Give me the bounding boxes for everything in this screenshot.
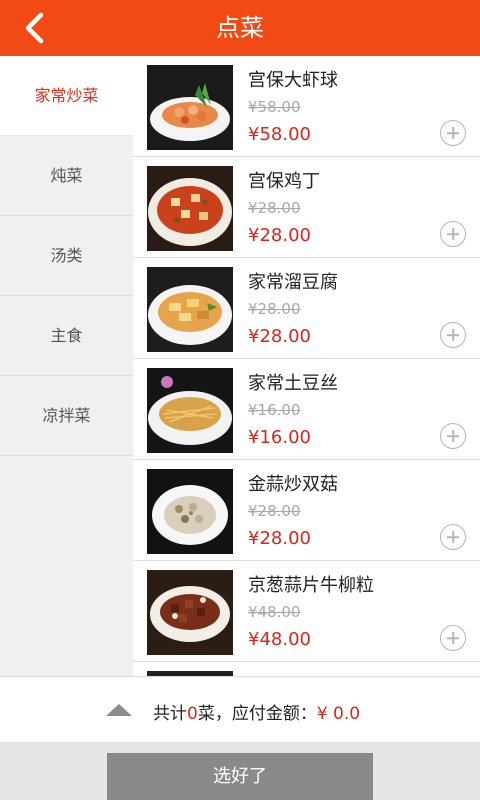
total-amount: ¥ 0.0 [316,704,361,724]
dish-photo [147,469,233,554]
top-bar: 点菜 [0,0,480,56]
dish-photo [147,570,233,655]
original-price: ¥28.00 [248,300,301,318]
dish-name: 家常溜豆腐 [248,272,338,293]
sidebar-item-staple[interactable]: 主食 [0,296,133,376]
dish-price: ¥16.00 [248,427,311,448]
sidebar-item-cold-dish[interactable]: 凉拌菜 [0,376,133,456]
triangle-up-icon[interactable] [104,701,134,719]
add-dish-button[interactable] [440,221,466,247]
list-item[interactable]: 京葱蒜片牛柳粒 ¥48.00 ¥48.00 [133,561,480,662]
add-dish-button[interactable] [440,120,466,146]
dish-photo [147,267,233,352]
dish-price: ¥28.00 [248,225,311,246]
dish-count: 0 [187,704,198,724]
original-price: ¥58.00 [248,98,301,116]
dish-name: 宫保鸡丁 [248,171,320,192]
original-price: ¥28.00 [248,199,301,217]
list-item[interactable]: 家常溜豆腐 ¥28.00 ¥28.00 [133,258,480,359]
dish-name: 家常土豆丝 [248,373,338,394]
category-sidebar: 家常炒菜 炖菜 汤类 主食 凉拌菜 [0,56,133,676]
sidebar-item-home-stir-fry[interactable]: 家常炒菜 [0,56,133,136]
add-dish-button[interactable] [440,423,466,449]
list-item[interactable]: 金蒜炒双菇 ¥28.00 ¥28.00 [133,460,480,561]
page-title: 点菜 [216,14,264,42]
original-price: ¥48.00 [248,603,301,621]
summary-middle: 菜，应付金额： [197,704,317,724]
order-summary-bar: 共计0菜，应付金额：¥ 0.0 [0,676,480,742]
add-dish-button[interactable] [440,524,466,550]
original-price: ¥16.00 [248,401,301,419]
sidebar-item-stew[interactable]: 炖菜 [0,136,133,216]
dish-name: 京葱蒜片牛柳粒 [248,575,374,596]
list-item[interactable]: 家常土豆丝 ¥16.00 ¥16.00 [133,359,480,460]
dish-price: ¥28.00 [248,326,311,347]
list-item[interactable] [133,662,480,676]
add-dish-button[interactable] [440,625,466,651]
dish-photo [147,368,233,453]
original-price: ¥28.00 [248,502,301,520]
dish-price: ¥28.00 [248,528,311,549]
dish-price: ¥48.00 [248,629,311,650]
dish-list[interactable]: 宫保大虾球 ¥58.00 ¥58.00 宫保鸡丁 ¥28.00 ¥28.00 家… [133,56,480,676]
dish-price: ¥58.00 [248,124,311,145]
dish-name: 金蒜炒双菇 [248,474,338,495]
dish-photo [147,166,233,251]
summary-prefix: 共计 [153,704,187,724]
bottom-bar: 选好了 [0,742,480,800]
dish-name: 宫保大虾球 [248,70,338,91]
order-summary: 共计0菜，应付金额：¥ 0.0 [153,699,360,724]
confirm-selection-button[interactable]: 选好了 [107,753,373,800]
dish-photo [147,65,233,150]
list-item[interactable]: 宫保鸡丁 ¥28.00 ¥28.00 [133,157,480,258]
sidebar-item-soup[interactable]: 汤类 [0,216,133,296]
add-dish-button[interactable] [440,322,466,348]
list-item[interactable]: 宫保大虾球 ¥58.00 ¥58.00 [133,56,480,157]
